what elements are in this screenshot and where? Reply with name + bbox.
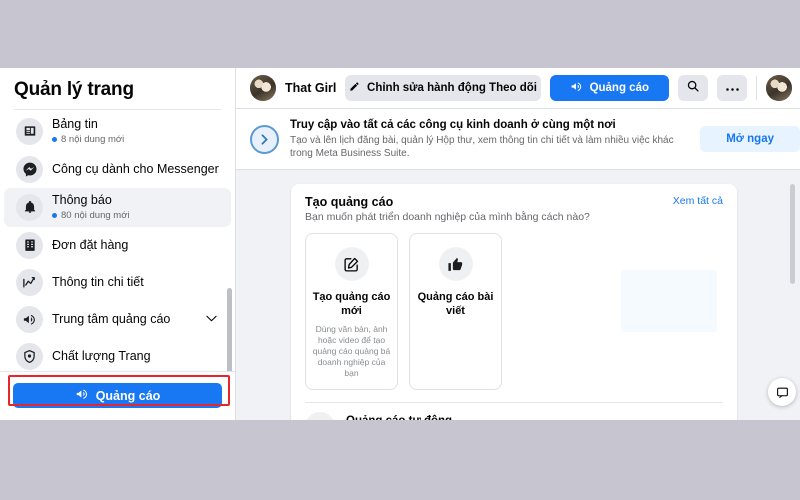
chevron-down-icon[interactable] bbox=[206, 314, 221, 325]
sidebar-item-text: Thông tin chi tiết bbox=[52, 275, 221, 290]
sidebar-advertise-button[interactable]: Quảng cáo bbox=[13, 383, 222, 408]
sidebar-item-1[interactable]: Công cụ dành cho Messenger bbox=[4, 151, 231, 188]
banner-subtitle: Tạo và lên lịch đăng bài, quản lý Hộp th… bbox=[290, 135, 674, 159]
magic-wand-icon bbox=[305, 412, 335, 420]
megaphone-icon bbox=[570, 80, 583, 96]
sidebar-item-label: Trung tâm quảng cáo bbox=[52, 311, 171, 326]
page-manager-sidebar: Quản lý trang Bảng tin 8 nội dung mới Công… bbox=[0, 68, 236, 420]
tile-create-new-ad[interactable]: Tạo quảng cáo mới Dùng văn bản, ảnh hoặc… bbox=[305, 233, 398, 390]
main-scroll-region: Truy cập vào tất cả các công cụ kinh doa… bbox=[236, 109, 800, 420]
sidebar-item-label: Bảng tin bbox=[52, 116, 98, 131]
topbar-search-button[interactable] bbox=[678, 75, 708, 101]
create-ad-card: Tạo quảng cáo Bạn muốn phát triển doanh … bbox=[291, 184, 737, 420]
chevron-right-icon bbox=[709, 418, 723, 420]
bell-icon bbox=[16, 193, 43, 221]
megaphone-icon bbox=[75, 387, 89, 404]
sidebar-title-divider bbox=[14, 109, 221, 110]
sidebar-item-text: Công cụ dành cho Messenger bbox=[52, 162, 221, 177]
banner-open-now-button[interactable]: Mở ngay bbox=[700, 126, 800, 152]
topbar-promote-label: Quảng cáo bbox=[589, 82, 649, 94]
tile-description: Dùng văn bản, ảnh hoặc video để tạo quản… bbox=[312, 324, 391, 378]
facebook-page-manager-app: Quản lý trang Bảng tin 8 nội dung mới Công… bbox=[0, 68, 800, 420]
sidebar-item-text: Chất lượng Trang bbox=[52, 349, 221, 364]
content-column: Tạo quảng cáo Bạn muốn phát triển doanh … bbox=[236, 170, 800, 420]
sidebar-item-label: Đơn đặt hàng bbox=[52, 237, 129, 252]
create-ad-card-header-text: Tạo quảng cáo Bạn muốn phát triển doanh … bbox=[305, 195, 673, 223]
megaphone-icon bbox=[16, 305, 43, 333]
auto-ad-text: Quảng cáo tự động Cá nhân hóa và điều ch… bbox=[346, 415, 698, 420]
sidebar-item-text: Thông báo 80 nội dung mới bbox=[52, 193, 221, 222]
ellipsis-icon bbox=[725, 79, 740, 97]
sidebar-item-label: Thông báo bbox=[52, 192, 112, 207]
sidebar-scroll-region: Bảng tin 8 nội dung mới Công cụ dành cho M… bbox=[0, 112, 235, 371]
banner-text-block: Truy cập vào tất cả các công cụ kinh doa… bbox=[290, 118, 689, 160]
sidebar-item-badge: 80 nội dung mới bbox=[52, 209, 221, 222]
see-all-link[interactable]: Xem tất cả bbox=[673, 195, 723, 207]
insights-chart-icon bbox=[16, 268, 43, 296]
main-scrollbar[interactable] bbox=[790, 184, 795, 284]
sidebar-item-5[interactable]: Trung tâm quảng cáo bbox=[4, 301, 231, 338]
page-title: That Girl bbox=[285, 81, 337, 95]
orders-icon bbox=[16, 231, 43, 259]
sidebar-item-4[interactable]: Thông tin chi tiết bbox=[4, 264, 231, 301]
sidebar-item-3[interactable]: Đơn đặt hàng bbox=[4, 227, 231, 264]
messenger-icon bbox=[16, 155, 43, 183]
page-avatar[interactable] bbox=[250, 75, 276, 101]
sidebar-item-label: Công cụ dành cho Messenger bbox=[52, 161, 219, 176]
search-icon bbox=[686, 79, 700, 98]
tile-boost-post[interactable]: Quảng cáo bài viết bbox=[409, 233, 502, 390]
sidebar-footer: Quảng cáo bbox=[0, 371, 235, 420]
create-ad-subtitle: Bạn muốn phát triển doanh nghiệp của mìn… bbox=[305, 211, 590, 223]
sidebar-advertise-label: Quảng cáo bbox=[95, 388, 161, 403]
auto-ad-title: Quảng cáo tự động bbox=[346, 415, 698, 420]
user-avatar[interactable] bbox=[766, 75, 792, 101]
banner-title: Truy cập vào tất cả các công cụ kinh doa… bbox=[290, 119, 616, 131]
chat-bubble-icon[interactable] bbox=[768, 378, 796, 406]
topbar-more-button[interactable] bbox=[717, 75, 747, 101]
create-ad-title: Tạo quảng cáo bbox=[305, 195, 394, 209]
sidebar-item-text: Đơn đặt hàng bbox=[52, 238, 221, 253]
create-ad-card-header: Tạo quảng cáo Bạn muốn phát triển doanh … bbox=[291, 184, 737, 223]
edit-follow-action-label: Chỉnh sửa hành động Theo dõi bbox=[367, 82, 537, 94]
sidebar-item-label: Thông tin chi tiết bbox=[52, 274, 144, 289]
sidebar-item-badge: 8 nội dung mới bbox=[52, 133, 221, 146]
news-feed-icon bbox=[16, 117, 43, 145]
pencil-icon bbox=[349, 81, 360, 95]
sidebar-item-label: Chất lượng Trang bbox=[52, 348, 151, 363]
topbar-promote-button[interactable]: Quảng cáo bbox=[549, 75, 669, 101]
shield-icon bbox=[16, 342, 43, 370]
media-placeholder bbox=[621, 270, 717, 332]
sidebar-scrollbar[interactable] bbox=[227, 287, 232, 371]
sidebar-item-6[interactable]: Chất lượng Trang bbox=[4, 338, 231, 371]
page-topbar: That Girl Chỉnh sửa hành động Theo dõi Q… bbox=[236, 68, 800, 109]
tile-title: Tạo quảng cáo mới bbox=[312, 291, 391, 317]
business-suite-banner: Truy cập vào tất cả các công cụ kinh doa… bbox=[236, 109, 800, 170]
tile-title: Quảng cáo bài viết bbox=[417, 291, 494, 317]
compose-square-icon bbox=[334, 247, 369, 281]
topbar-divider bbox=[756, 76, 757, 100]
auto-ad-row[interactable]: Quảng cáo tự động Cá nhân hóa và điều ch… bbox=[291, 403, 737, 420]
sidebar-item-text: Trung tâm quảng cáo bbox=[52, 312, 197, 327]
thumbs-up-icon bbox=[438, 247, 473, 281]
sidebar-item-2[interactable]: Thông báo 80 nội dung mới bbox=[4, 187, 231, 227]
main-content-area: That Girl Chỉnh sửa hành động Theo dõi Q… bbox=[236, 68, 800, 420]
ad-tiles-wrapper: Tạo quảng cáo mới Dùng văn bản, ảnh hoặc… bbox=[291, 223, 737, 402]
sidebar-title: Quản lý trang bbox=[14, 79, 134, 100]
meta-business-suite-icon bbox=[250, 124, 279, 154]
sidebar-item-text: Bảng tin 8 nội dung mới bbox=[52, 117, 221, 146]
edit-follow-action-button[interactable]: Chỉnh sửa hành động Theo dõi bbox=[345, 75, 541, 101]
sidebar-item-0[interactable]: Bảng tin 8 nội dung mới bbox=[4, 112, 231, 151]
